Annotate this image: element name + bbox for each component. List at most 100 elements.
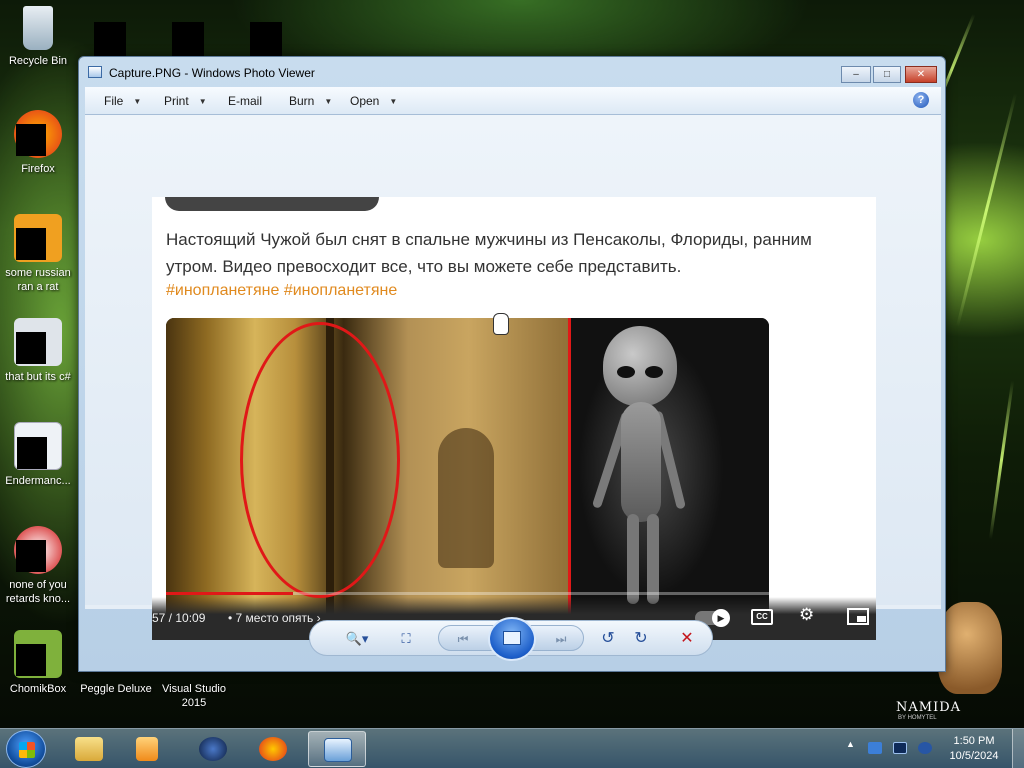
folder-icon — [75, 737, 103, 761]
desktop-icon-label: ChomikBox — [9, 683, 67, 695]
file-icon — [14, 214, 62, 262]
post-text: Настоящий Чужой был снят в спальне мужчи… — [166, 230, 812, 276]
window-app-icon — [14, 422, 62, 470]
window-title: Capture.PNG - Windows Photo Viewer — [109, 66, 315, 80]
miniplayer-icon — [847, 608, 869, 625]
desktop-icon-firefox[interactable]: Firefox — [0, 110, 76, 176]
rotate-clockwise-button[interactable]: ↻ — [630, 629, 652, 649]
wallpaper-brand: NAMIDA — [896, 700, 962, 715]
redaction-box — [16, 332, 46, 364]
wallpaper-streak — [956, 93, 1017, 327]
taskbar-explorer[interactable] — [60, 731, 118, 767]
captured-image: Настоящий Чужой был снят в спальне мужчи… — [152, 197, 876, 640]
menu-file-label: File — [104, 94, 124, 108]
previous-button[interactable]: ⏮ — [452, 629, 474, 649]
desktop-icon-chomikbox[interactable]: ChomikBox — [0, 630, 76, 696]
desktop-icon-russian-rat[interactable]: some russian ran a rat — [0, 214, 76, 294]
title-bar[interactable]: Capture.PNG - Windows Photo Viewer – □ ✕ — [79, 57, 945, 87]
desktop-icon-label: Recycle Bin — [8, 55, 68, 67]
tray-overflow-icon[interactable]: ▲ — [846, 739, 855, 749]
desktop-icon-label: Peggle Deluxe — [80, 683, 152, 695]
menu-open[interactable]: Open ▼ — [350, 94, 397, 108]
menu-print[interactable]: Print ▼ — [164, 94, 207, 108]
alien-eye — [617, 366, 635, 378]
play-icon: ▶ — [712, 609, 730, 627]
taskbar-photo-viewer[interactable] — [308, 731, 366, 767]
hamster-mascot — [938, 602, 1002, 694]
desktop-icon-peggle[interactable]: Peggle Deluxe — [78, 682, 154, 696]
desktop-icon-label: Firefox — [21, 163, 55, 175]
video-progress-fill — [166, 592, 293, 595]
desktop-icon-label: some russian ran a rat — [5, 267, 71, 293]
menu-burn[interactable]: Burn ▼ — [289, 94, 332, 108]
desktop-icon-none-of-you[interactable]: none of you retards kno... — [0, 526, 76, 606]
video-frame-right — [571, 318, 769, 618]
help-icon[interactable]: ? — [913, 92, 929, 108]
next-button[interactable]: ⏭ — [550, 629, 572, 649]
taskbar-firefox[interactable] — [244, 731, 302, 767]
desktop-icon-label: that but its c# — [5, 371, 71, 383]
actual-size-button[interactable]: ⛶ — [395, 629, 417, 649]
alien-leg — [647, 514, 659, 604]
rotate-counterclockwise-button[interactable]: ↺ — [597, 629, 619, 649]
taskbar-clock[interactable]: 1:50 PM 10/5/2024 — [944, 734, 1004, 764]
video-red-circle — [240, 322, 400, 598]
chevron-down-icon: ▼ — [133, 97, 142, 106]
delete-button[interactable]: ✕ — [676, 629, 698, 649]
desktop-icon-endermanch[interactable]: Endermanc... — [0, 422, 76, 488]
settings-icon: ⚙ — [799, 605, 815, 624]
chevron-down-icon: ▼ — [324, 97, 333, 106]
photo-viewer-window[interactable]: Capture.PNG - Windows Photo Viewer – □ ✕… — [78, 56, 946, 672]
alien-head — [603, 326, 677, 406]
desktop-icon-redacted[interactable] — [250, 22, 282, 56]
display-icon[interactable] — [893, 742, 907, 754]
menu-file[interactable]: File ▼ — [104, 94, 141, 108]
alien-body — [621, 402, 661, 522]
desktop-icon-csharp[interactable]: that but its c# — [0, 318, 76, 384]
recycle-bin-icon — [23, 6, 53, 50]
app-icon — [14, 526, 62, 574]
wallpaper-brand-sub: BY HOMYTEL — [898, 715, 937, 721]
desktop-icon-label: Endermanc... — [5, 475, 71, 487]
menu-burn-label: Burn — [289, 94, 315, 108]
clock-date: 10/5/2024 — [949, 750, 999, 762]
hand-cursor-icon — [493, 313, 509, 335]
menu-email-label: E-mail — [228, 94, 263, 108]
viewer-toolbar: 🔍▾ ⛶ ⏮ ⏭ ↺ ↻ ✕ — [309, 617, 713, 661]
desktop-icon-recycle-bin[interactable]: Recycle Bin — [0, 6, 76, 68]
firefox-icon — [14, 110, 62, 158]
taskbar: ▲ 1:50 PM 10/5/2024 — [0, 728, 1024, 768]
photo-viewer-icon — [324, 738, 352, 762]
redaction-box — [17, 437, 47, 469]
chomikbox-icon — [14, 630, 62, 678]
redaction-box — [16, 228, 46, 260]
close-button[interactable]: ✕ — [905, 66, 937, 83]
redaction-box — [16, 644, 46, 676]
taskbar-media-player[interactable] — [118, 731, 176, 767]
menu-bar: File ▼ Print ▼ E-mail Burn ▼ Open ▼ ? — [85, 87, 941, 115]
globe-icon — [199, 737, 227, 761]
volume-icon[interactable] — [918, 742, 932, 754]
network-sharing-icon[interactable] — [868, 742, 882, 754]
desktop-icon-redacted[interactable] — [172, 22, 204, 56]
desktop-icon-visual-studio[interactable]: Visual Studio 2015 — [156, 682, 232, 710]
minimize-button[interactable]: – — [841, 66, 871, 83]
desktop-icon-redacted[interactable] — [94, 22, 126, 56]
video-chapter: • 7 место опять › — [228, 611, 321, 625]
video-player — [166, 318, 769, 618]
wallpaper-streak — [988, 380, 1015, 540]
show-desktop-button[interactable] — [1012, 729, 1024, 768]
image-viewport[interactable]: Настоящий Чужой был снят в спальне мужчи… — [85, 115, 941, 640]
menu-open-label: Open — [350, 94, 380, 108]
slideshow-button[interactable] — [488, 617, 536, 661]
slideshow-icon — [503, 631, 521, 645]
zoom-button[interactable]: 🔍▾ — [340, 629, 374, 649]
captions-icon: CC — [751, 609, 773, 625]
taskbar-app[interactable] — [184, 731, 242, 767]
media-player-icon — [136, 737, 158, 761]
start-button[interactable] — [6, 730, 46, 768]
clock-time: 1:50 PM — [953, 735, 995, 747]
maximize-button[interactable]: □ — [873, 66, 901, 83]
video-shadow-figure — [438, 428, 494, 568]
menu-email[interactable]: E-mail — [228, 94, 262, 108]
